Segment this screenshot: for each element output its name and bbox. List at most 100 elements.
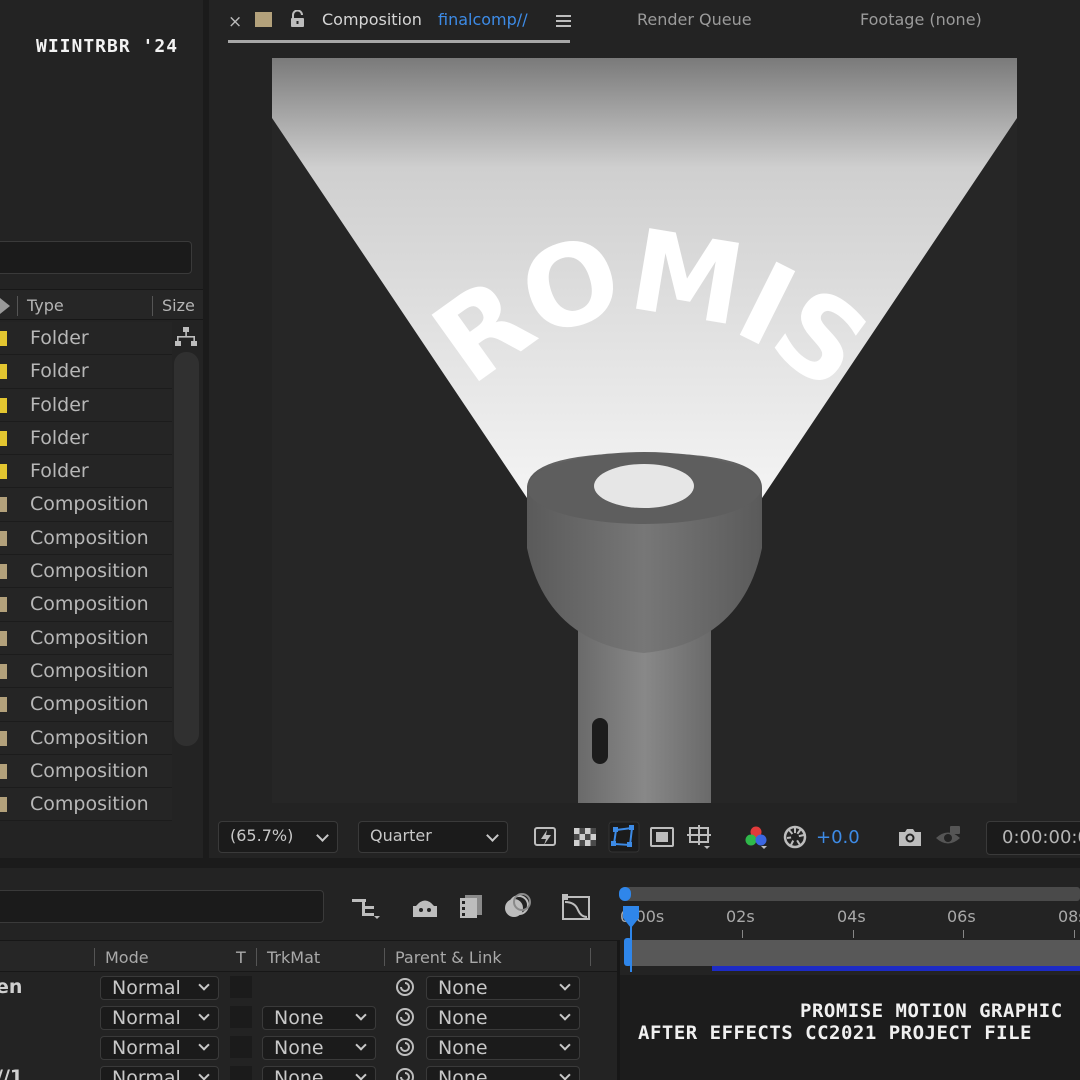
channel-rgb-icon[interactable] xyxy=(742,823,770,851)
label-color-swatch[interactable] xyxy=(0,697,7,713)
preserve-transparency-toggle[interactable] xyxy=(230,1036,252,1058)
project-item-row[interactable]: Composition xyxy=(0,555,172,589)
pick-whip-icon[interactable] xyxy=(394,1066,416,1080)
current-time-display[interactable]: 0:00:00:0 xyxy=(986,821,1080,855)
project-item-row[interactable]: Composition xyxy=(0,688,172,722)
snapshot-camera-icon[interactable] xyxy=(896,823,924,851)
column-parent-link[interactable]: Parent & Link xyxy=(395,948,502,967)
motion-blur-icon[interactable] xyxy=(502,892,532,920)
project-item-row[interactable]: Composition xyxy=(0,754,172,789)
tab-footage[interactable]: Footage (none) xyxy=(860,10,982,29)
label-color-swatch[interactable] xyxy=(0,464,7,480)
column-size[interactable]: Size xyxy=(162,296,195,315)
project-item-row[interactable]: Folder xyxy=(0,322,172,356)
exposure-value[interactable]: +0.0 xyxy=(816,827,860,848)
ruler-tick xyxy=(742,930,743,938)
layer-row[interactable]: Normal None None xyxy=(0,1033,618,1063)
label-color-swatch[interactable] xyxy=(0,564,7,580)
layer-row[interactable]: //1 Normal None None xyxy=(0,1063,618,1080)
project-scrollbar[interactable] xyxy=(174,352,199,746)
project-item-row[interactable]: Folder xyxy=(0,388,172,422)
project-search-input[interactable] xyxy=(0,241,192,274)
layer-duration-bar[interactable] xyxy=(630,940,1080,966)
label-color-swatch[interactable] xyxy=(0,497,7,513)
navigator-start-handle[interactable] xyxy=(619,887,631,901)
playhead-indicator[interactable] xyxy=(620,904,642,974)
fast-preview-icon[interactable] xyxy=(532,823,560,851)
label-color-swatch[interactable] xyxy=(0,364,7,380)
label-color-swatch[interactable] xyxy=(0,763,7,779)
time-ruler[interactable]: 0:00s02s04s06s08s xyxy=(620,903,1080,938)
parent-dropdown[interactable]: None xyxy=(426,1006,580,1030)
panel-menu-icon[interactable] xyxy=(556,15,571,27)
pick-whip-icon[interactable] xyxy=(394,1006,416,1028)
layer-row[interactable]: en Normal None xyxy=(0,973,618,1003)
label-color-swatch[interactable] xyxy=(0,397,7,413)
resolution-dropdown[interactable]: Quarter xyxy=(358,821,508,853)
track-matte-dropdown[interactable]: None xyxy=(262,1006,376,1030)
column-mode[interactable]: Mode xyxy=(105,948,149,967)
composition-canvas[interactable]: PROMISE xyxy=(272,58,1017,803)
mask-visibility-icon[interactable] xyxy=(608,821,640,853)
project-item-row[interactable]: Composition xyxy=(0,721,172,755)
project-item-row[interactable]: Composition xyxy=(0,588,172,622)
grid-guides-icon[interactable] xyxy=(686,823,714,851)
project-item-row[interactable]: Composition xyxy=(0,521,172,556)
project-item-row[interactable]: Folder xyxy=(0,421,172,456)
time-navigator-bar[interactable] xyxy=(622,887,1080,901)
label-color-swatch[interactable] xyxy=(0,797,7,813)
zoom-dropdown[interactable]: (65.7%) xyxy=(218,821,338,853)
label-color-swatch[interactable] xyxy=(0,430,7,446)
parent-dropdown[interactable]: None xyxy=(426,1036,580,1060)
blend-mode-dropdown[interactable]: Normal xyxy=(100,976,219,1000)
label-color-swatch[interactable] xyxy=(0,663,7,679)
label-color-swatch[interactable] xyxy=(0,730,7,746)
sort-arrow-icon[interactable] xyxy=(0,298,10,314)
comp-flowchart-icon[interactable] xyxy=(350,894,382,922)
item-type-label: Folder xyxy=(30,460,89,483)
blend-mode-dropdown[interactable]: Normal xyxy=(100,1036,219,1060)
column-trkmat[interactable]: TrkMat xyxy=(267,948,320,967)
project-item-row[interactable]: Composition xyxy=(0,654,172,689)
project-item-row[interactable]: Composition xyxy=(0,488,172,522)
shy-layers-icon[interactable] xyxy=(410,892,440,920)
layer-row[interactable]: Normal None None xyxy=(0,1003,618,1033)
preserve-transparency-toggle[interactable] xyxy=(230,1006,252,1028)
show-snapshot-icon[interactable] xyxy=(934,823,962,851)
timeline-search-input[interactable] xyxy=(0,890,324,923)
track-matte-dropdown[interactable]: None xyxy=(262,1066,376,1080)
graph-editor-icon[interactable] xyxy=(560,892,592,922)
label-color-swatch[interactable] xyxy=(0,530,7,546)
composition-name[interactable]: finalcomp// xyxy=(438,10,528,29)
project-item-row[interactable]: Folder xyxy=(0,355,172,389)
blend-mode-dropdown[interactable]: Normal xyxy=(100,1006,219,1030)
project-item-row[interactable]: Folder xyxy=(0,455,172,489)
column-type[interactable]: Type xyxy=(27,296,64,315)
exposure-reset-icon[interactable] xyxy=(781,823,809,851)
column-t[interactable]: T xyxy=(236,948,246,967)
layer-name[interactable]: //1 xyxy=(0,1066,23,1080)
close-tab-icon[interactable]: × xyxy=(228,12,242,32)
project-item-row[interactable]: Composition xyxy=(0,788,172,822)
lock-icon[interactable] xyxy=(289,10,306,28)
track-matte-dropdown[interactable]: None xyxy=(262,1036,376,1060)
tab-composition[interactable]: Composition xyxy=(322,10,422,29)
project-item-row[interactable]: Composition xyxy=(0,621,172,655)
label-color-swatch[interactable] xyxy=(0,597,7,613)
parent-dropdown[interactable]: None xyxy=(426,1066,580,1080)
region-of-interest-icon[interactable] xyxy=(648,823,676,851)
preserve-transparency-toggle[interactable] xyxy=(230,1066,252,1080)
parent-dropdown[interactable]: None xyxy=(426,976,580,1000)
blend-mode-dropdown[interactable]: Normal xyxy=(100,1066,219,1080)
transparency-grid-icon[interactable] xyxy=(571,823,599,851)
layer-name[interactable]: en xyxy=(0,976,22,998)
label-color-swatch[interactable] xyxy=(0,331,7,346)
pick-whip-icon[interactable] xyxy=(394,1036,416,1058)
preserve-transparency-toggle[interactable] xyxy=(230,976,252,998)
item-type-label: Composition xyxy=(30,560,149,583)
pick-whip-icon[interactable] xyxy=(394,976,416,998)
frame-blending-icon[interactable] xyxy=(456,892,486,920)
label-color-swatch[interactable] xyxy=(0,630,7,646)
flowchart-icon[interactable] xyxy=(174,326,198,348)
tab-render-queue[interactable]: Render Queue xyxy=(637,10,752,29)
